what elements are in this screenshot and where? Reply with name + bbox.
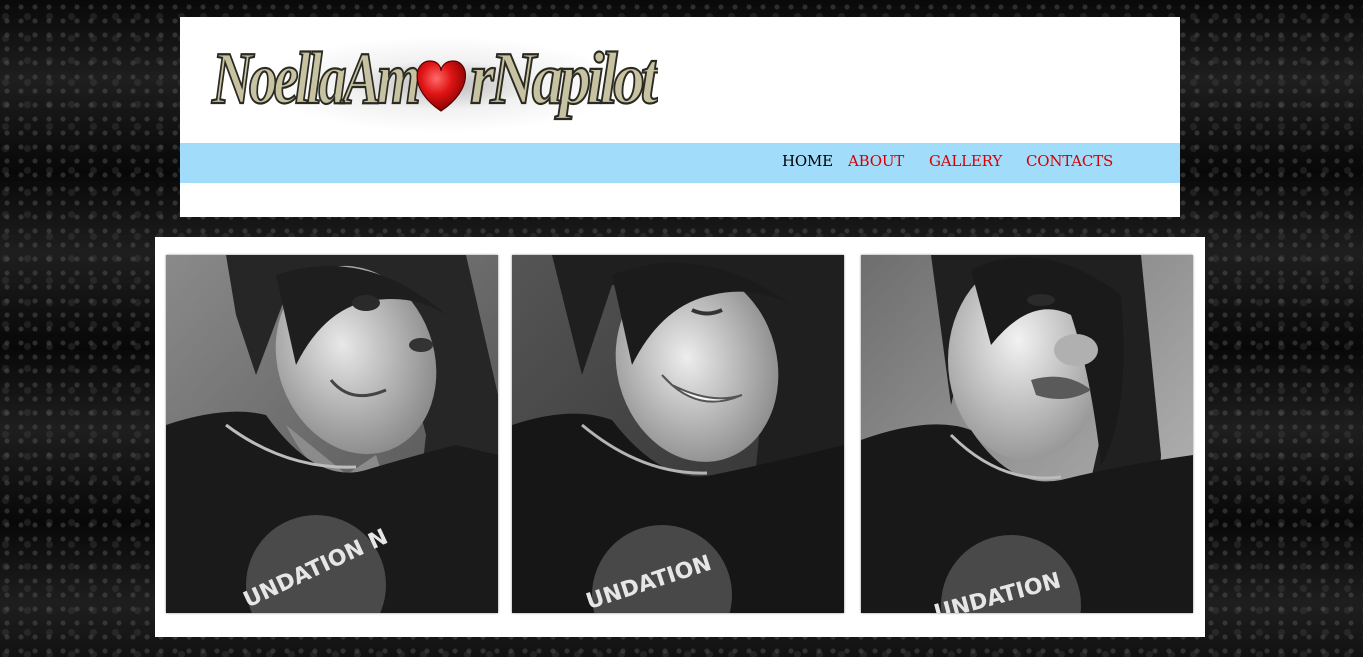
nav-about[interactable]: ABOUT <box>848 152 904 170</box>
site-logo[interactable]: NoellaAm rNapilot <box>208 23 658 135</box>
heart-icon <box>416 60 466 112</box>
logo-text-first: NoellaAm <box>211 38 419 120</box>
nav-home[interactable]: HOME <box>782 152 833 170</box>
photo-image-1: UNDATION N <box>166 255 498 613</box>
photo-image-2: UNDATION <box>512 255 844 613</box>
gallery-photo-2[interactable]: UNDATION <box>512 255 844 613</box>
site-header: NoellaAm rNapilot HOME ABOUT GALLERY CON… <box>180 17 1180 217</box>
photo-gallery: UNDATION N UNDATION UNDATION <box>155 237 1205 637</box>
main-nav: HOME ABOUT GALLERY CONTACTS <box>180 143 1180 183</box>
nav-gallery[interactable]: GALLERY <box>929 152 1002 170</box>
logo-graphic: NoellaAm rNapilot <box>210 37 658 121</box>
logo-text-second: rNapilot <box>470 38 658 120</box>
gallery-photo-3[interactable]: UNDATION <box>861 255 1193 613</box>
nav-contacts[interactable]: CONTACTS <box>1026 152 1113 170</box>
gallery-photo-1[interactable]: UNDATION N <box>166 255 498 613</box>
photo-image-3: UNDATION <box>861 255 1193 613</box>
